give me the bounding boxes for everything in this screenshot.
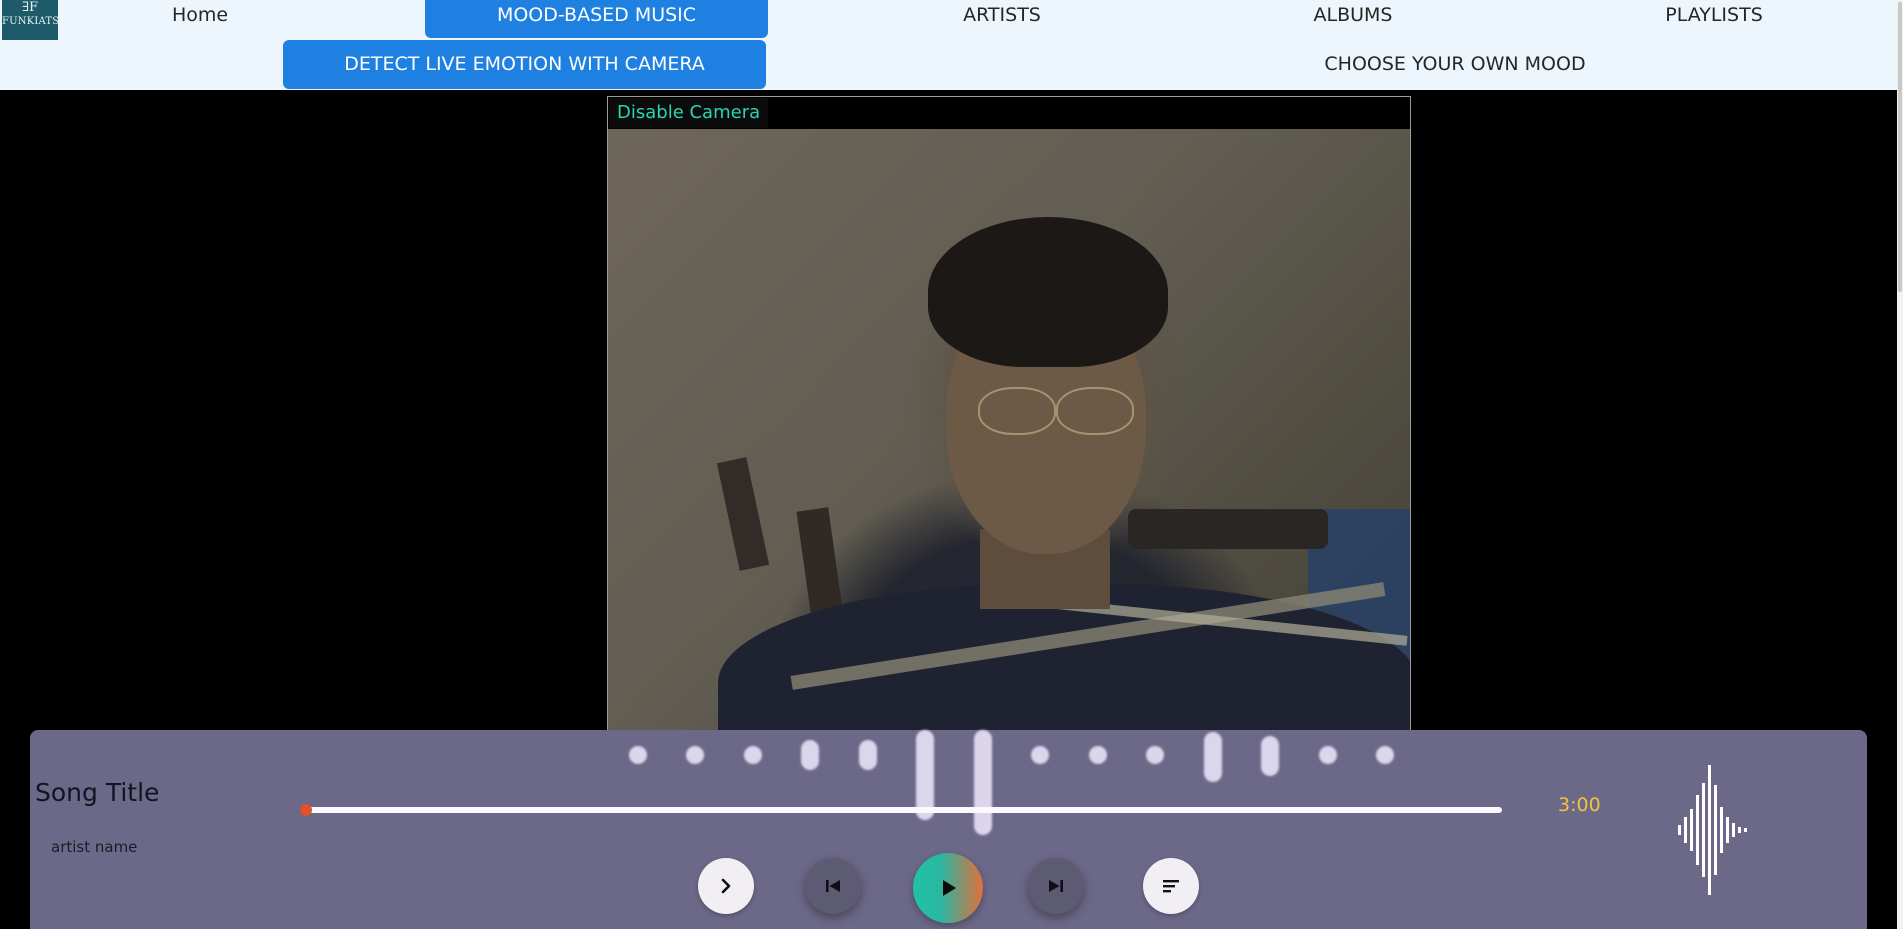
visualizer-dot [1319, 746, 1337, 764]
progress-knob[interactable] [300, 804, 312, 816]
chevron-right-icon [721, 878, 731, 894]
visualizer-dot [744, 746, 762, 764]
skip-previous-icon [826, 880, 840, 892]
nav-playlists[interactable]: PLAYLISTS [1650, 0, 1778, 30]
nav-home[interactable]: Home [130, 0, 270, 30]
top-navigation-bar: ∃F FUNKIATS Home MOOD-BASED MUSIC ARTIST… [0, 0, 1903, 90]
play-button[interactable] [913, 853, 983, 923]
queue-button[interactable] [1143, 858, 1199, 914]
visualizer-dot [686, 746, 704, 764]
visualizer-dot [1089, 746, 1107, 764]
visualizer-bar [974, 730, 992, 835]
visualizer-bar [1204, 732, 1222, 782]
page-scrollbar[interactable] [1897, 0, 1903, 929]
visualizer-dot [629, 746, 647, 764]
play-icon [943, 880, 956, 896]
feed-shade [608, 129, 1410, 731]
disable-camera-button[interactable]: Disable Camera [609, 98, 769, 128]
logo-mark: ∃F [21, 0, 39, 15]
progress-bar[interactable] [304, 807, 1502, 813]
song-title: Song Title [35, 778, 160, 807]
visualizer-dot [859, 740, 877, 770]
logo-name: FUNKIATS [2, 16, 60, 27]
camera-panel: Disable Camera [607, 96, 1411, 732]
visualizer-dot [1146, 746, 1164, 764]
skip-next-icon [1049, 880, 1063, 892]
artist-name: artist name [51, 838, 138, 856]
nav-artists[interactable]: ARTISTS [920, 0, 1084, 30]
visualizer-dot [1376, 746, 1394, 764]
music-player-bar: Song Title artist name 3:00 [30, 730, 1867, 929]
camera-feed [608, 129, 1410, 731]
sound-wave-icon [1678, 765, 1747, 895]
previous-track-button[interactable] [805, 858, 861, 914]
visualizer-dot [1031, 746, 1049, 764]
expand-player-button[interactable] [698, 858, 754, 914]
visualizer-dot [801, 740, 819, 770]
audio-visualizer-dots [593, 730, 1423, 840]
track-duration: 3:00 [1558, 794, 1601, 816]
nav-mood-based-music[interactable]: MOOD-BASED MUSIC [425, 0, 768, 38]
brand-logo[interactable]: ∃F FUNKIATS [2, 0, 60, 40]
tab-detect-live-emotion[interactable]: DETECT LIVE EMOTION WITH CAMERA [283, 40, 766, 89]
queue-list-icon [1163, 880, 1179, 893]
nav-albums[interactable]: ALBUMS [1278, 0, 1428, 30]
visualizer-dot [1261, 736, 1279, 776]
tab-choose-your-own-mood[interactable]: CHOOSE YOUR OWN MOOD [1255, 40, 1655, 89]
next-track-button[interactable] [1028, 858, 1084, 914]
scrollbar-thumb[interactable] [1898, 2, 1902, 292]
